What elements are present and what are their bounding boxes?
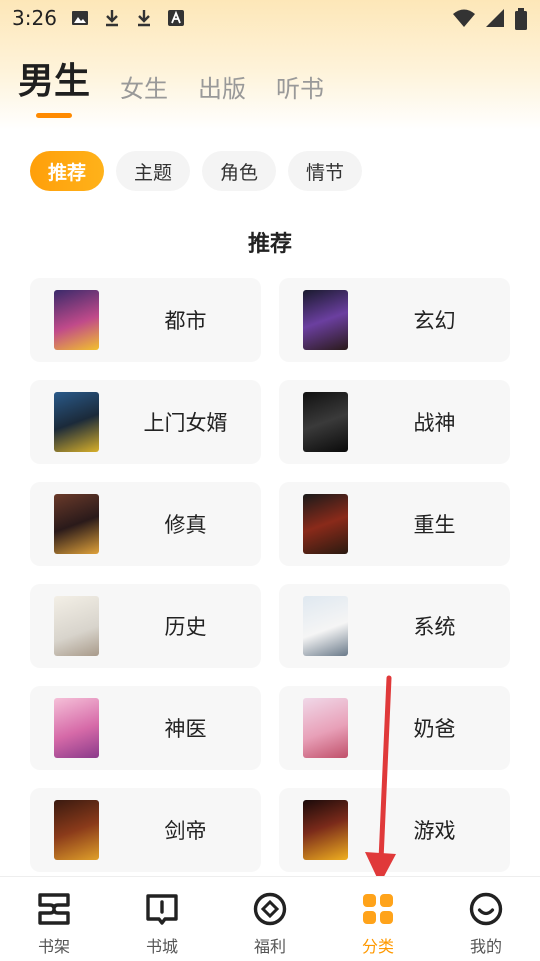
bookshelf-icon [38, 893, 70, 925]
nav-label: 福利 [253, 937, 286, 956]
category-name: 上门女婿 [143, 411, 228, 435]
category-card[interactable]: 剑帝 [30, 788, 261, 872]
category-name: 奶爸 [413, 717, 456, 741]
category-card[interactable]: 游戏 [279, 788, 510, 872]
font-app-icon [168, 10, 184, 26]
category-icon [363, 894, 393, 924]
chip-role[interactable]: 角色 [202, 151, 277, 191]
book-cover [303, 698, 348, 758]
book-cover [303, 596, 348, 656]
category-card[interactable]: 历史 [30, 584, 261, 668]
tab-publish[interactable]: 出版 [198, 69, 246, 110]
gift-icon [253, 892, 287, 926]
book-cover [303, 290, 348, 350]
category-card[interactable]: 都市 [30, 278, 261, 362]
chip-theme[interactable]: 主题 [116, 151, 191, 191]
signal-icon [486, 9, 504, 27]
book-cover [54, 800, 99, 860]
chip-plot[interactable]: 情节 [288, 151, 363, 191]
nav-label: 我的 [469, 937, 502, 956]
category-name: 游戏 [413, 819, 456, 843]
category-grid: 都市 玄幻 上门女婿 战神 修真 重生 历史 系统 神医 奶爸 剑帝 游戏 [30, 278, 510, 872]
profile-icon [469, 892, 503, 926]
section-title: 推荐 [247, 232, 292, 257]
book-cover [303, 494, 348, 554]
category-card[interactable]: 玄幻 [279, 278, 510, 362]
nav-category[interactable]: 分类 [324, 877, 432, 961]
category-name: 战神 [413, 411, 456, 435]
book-cover [54, 290, 99, 350]
category-name: 重生 [413, 513, 456, 537]
book-cover [54, 698, 99, 758]
nav-bookstore[interactable]: 书城 [108, 877, 216, 961]
nav-welfare[interactable]: 福利 [216, 877, 324, 961]
download-icon [106, 10, 118, 27]
nav-label: 书城 [145, 937, 178, 956]
category-card[interactable]: 神医 [30, 686, 261, 770]
book-icon [146, 894, 178, 925]
nav-label: 分类 [361, 937, 394, 956]
status-bar: 3:26 [0, 0, 540, 36]
category-card[interactable]: 上门女婿 [30, 380, 261, 464]
book-cover [54, 596, 99, 656]
nav-bookshelf[interactable]: 书架 [0, 877, 108, 961]
category-card[interactable]: 重生 [279, 482, 510, 566]
tab-female[interactable]: 女生 [120, 69, 168, 110]
wifi-icon [453, 9, 475, 27]
category-card[interactable]: 修真 [30, 482, 261, 566]
category-card[interactable]: 奶爸 [279, 686, 510, 770]
active-tab-indicator [36, 113, 72, 118]
system-icons [452, 8, 528, 30]
book-cover [303, 800, 348, 860]
notification-icons [70, 8, 186, 28]
gender-tabs: 男生 女生 出版 听书 [18, 52, 354, 118]
book-cover [303, 392, 348, 452]
category-card[interactable]: 系统 [279, 584, 510, 668]
image-icon [72, 11, 88, 25]
category-name: 剑帝 [164, 819, 207, 843]
filter-chips: 推荐 主题 角色 情节 [30, 151, 363, 191]
tab-audiobook[interactable]: 听书 [276, 69, 324, 110]
category-name: 玄幻 [413, 309, 456, 333]
category-name: 修真 [164, 513, 207, 537]
tab-male[interactable]: 男生 [18, 52, 91, 118]
category-name: 系统 [413, 615, 456, 639]
category-name: 历史 [164, 615, 207, 639]
category-card[interactable]: 战神 [279, 380, 510, 464]
nav-label: 书架 [37, 937, 70, 956]
bottom-nav: 书架 书城 福利 分类 我的 [0, 876, 540, 961]
category-name: 都市 [164, 309, 207, 333]
nav-profile[interactable]: 我的 [432, 877, 540, 961]
download-icon [138, 10, 150, 27]
book-cover [54, 494, 99, 554]
book-cover [54, 392, 99, 452]
tab-male-label: 男生 [18, 61, 91, 102]
chip-recommend[interactable]: 推荐 [30, 151, 105, 191]
status-time: 3:26 [12, 6, 57, 30]
category-name: 神医 [164, 717, 207, 741]
battery-icon [515, 8, 527, 30]
